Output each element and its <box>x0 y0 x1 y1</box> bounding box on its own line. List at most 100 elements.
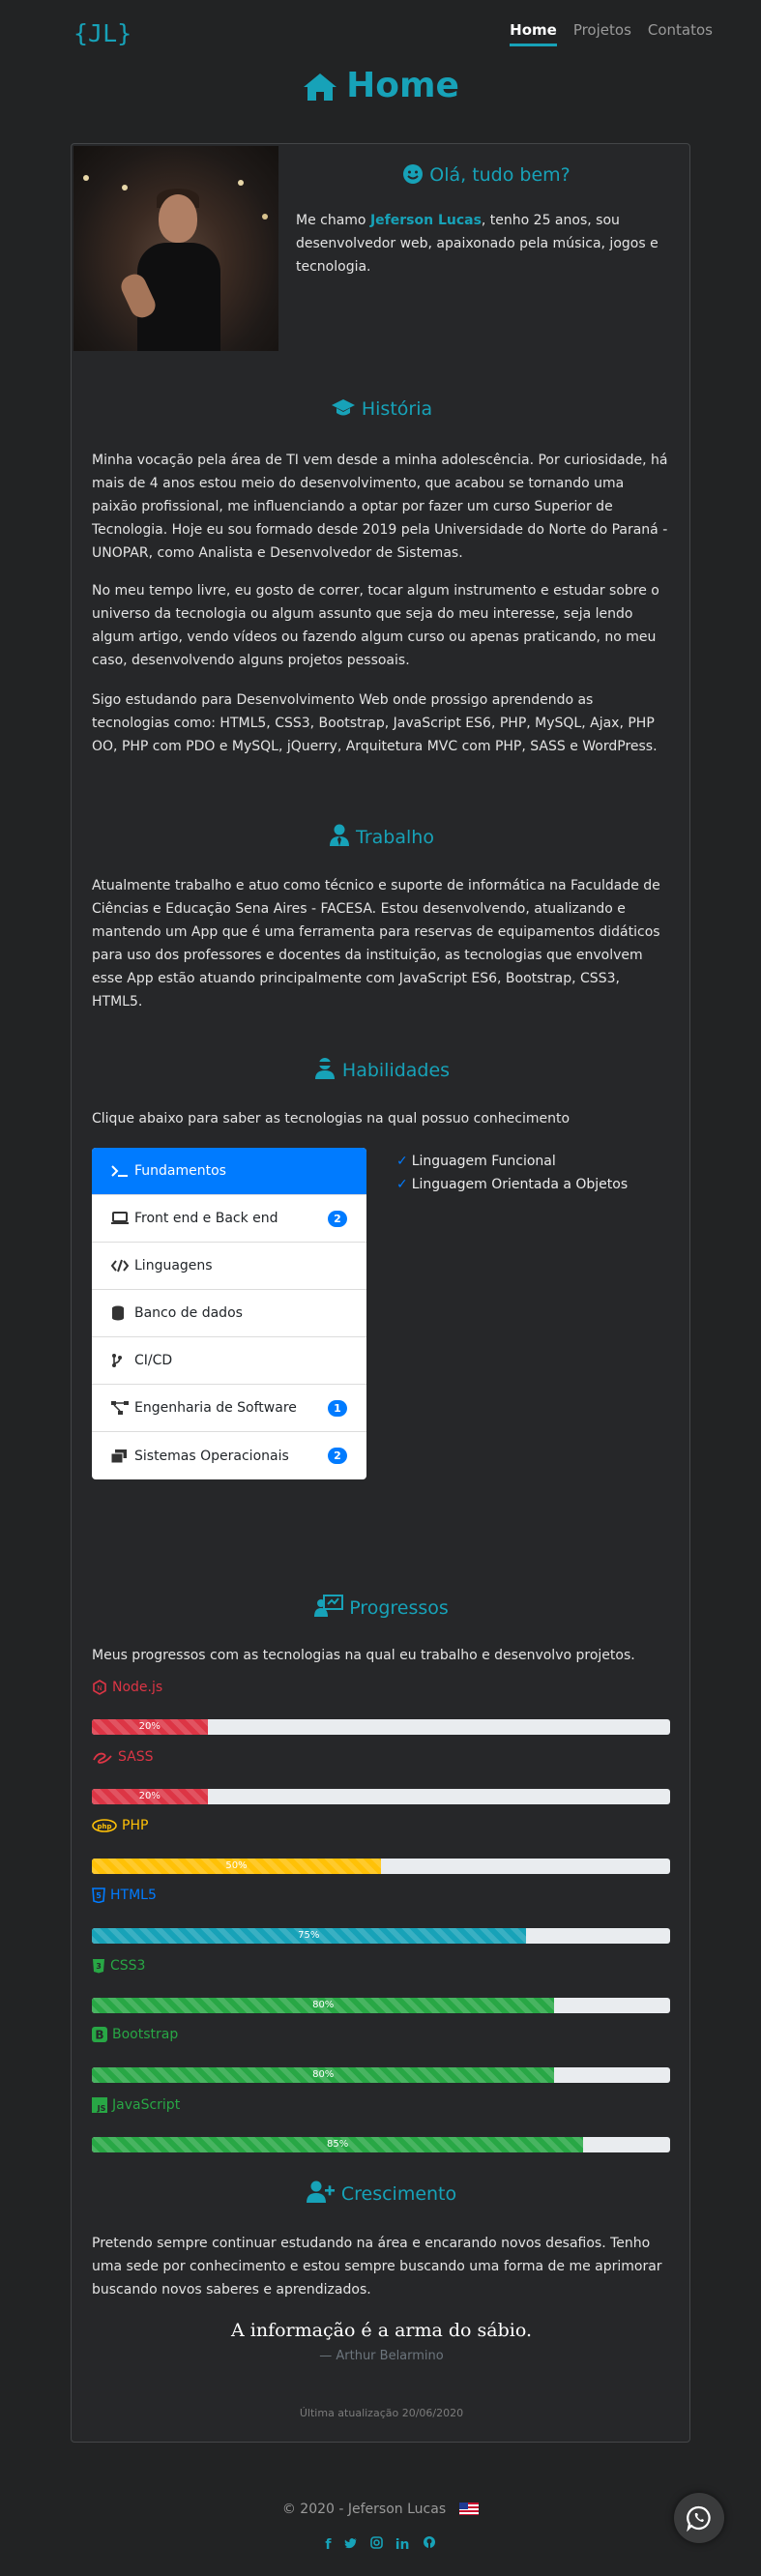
progress-label-javascript: JS JavaScript <box>92 2097 180 2113</box>
whatsapp-button[interactable] <box>674 2493 724 2543</box>
smile-icon <box>403 164 424 184</box>
skill-item-fundamentos[interactable]: Fundamentos <box>92 1148 366 1195</box>
historia-paragraph-2: No meu tempo livre, eu gosto de correr, … <box>92 583 659 668</box>
progress-bar-css3: 80% <box>92 1998 670 2013</box>
trabalho-heading: Trabalho <box>72 824 691 848</box>
habilidades-heading: Habilidades <box>72 1057 691 1081</box>
progress-label-sass: SASS <box>92 1749 154 1765</box>
check-icon: ✓ <box>396 1154 408 1169</box>
intro-heading-text: Olá, tudo bem? <box>429 164 571 186</box>
svg-text:B: B <box>95 2029 103 2042</box>
svg-text:N: N <box>97 1684 102 1692</box>
quote: A informação é a arma do sábio. <box>231 2320 532 2341</box>
node-icon: N <box>93 1680 106 1695</box>
user-ninja-icon <box>314 1058 335 1079</box>
check-icon: ✓ <box>396 1177 408 1192</box>
php-icon: php <box>92 1819 117 1832</box>
progress-fill: 85% <box>92 2137 584 2152</box>
crescimento-heading: Crescimento <box>72 2181 691 2205</box>
nav-projetos[interactable]: Projetos <box>573 21 631 46</box>
home-icon <box>304 73 337 101</box>
progress-label-node: N Node.js <box>92 1680 162 1695</box>
progress-fill: 20% <box>92 1719 208 1735</box>
historia-paragraph-1: Minha vocação pela área de TI vem desde … <box>92 453 668 561</box>
windows-stack-icon <box>111 1449 131 1463</box>
facebook-icon[interactable]: f <box>325 2537 331 2553</box>
svg-text:php: php <box>97 1823 111 1830</box>
profile-photo <box>73 146 278 351</box>
historia-heading: História <box>72 397 691 420</box>
skills-list: Fundamentos Front end e Back end 2 Lingu… <box>92 1148 366 1479</box>
progress-bar-node: 20% <box>92 1719 670 1735</box>
nav-links: Home Projetos Contatos <box>510 21 713 46</box>
progress-fill: 80% <box>92 2067 555 2083</box>
main-card: Olá, tudo bem? Me chamo Jeferson Lucas, … <box>71 143 690 2443</box>
intro-text: Me chamo Jeferson Lucas, tenho 25 anos, … <box>296 213 659 275</box>
social-links: f in <box>0 2534 761 2553</box>
code-icon <box>111 1259 131 1273</box>
database-icon <box>111 1305 131 1321</box>
instagram-icon[interactable] <box>369 2536 383 2553</box>
navbar: {JL} Home Projetos Contatos <box>0 0 761 68</box>
css3-icon: 3 <box>93 1959 104 1974</box>
skill-item-front-back-end[interactable]: Front end e Back end 2 <box>92 1195 366 1243</box>
user-tie-icon <box>330 824 350 846</box>
user-plus-icon <box>306 2181 335 2203</box>
skill-item-linguagens[interactable]: Linguagens <box>92 1243 366 1290</box>
historia-heading-text: História <box>361 398 433 420</box>
progress-fill: 75% <box>92 1928 526 1944</box>
progressos-heading-text: Progressos <box>349 1597 449 1619</box>
skill-item-banco-de-dados[interactable]: Banco de dados <box>92 1290 366 1337</box>
whatsapp-icon <box>687 2505 711 2532</box>
progress-label-php: php PHP <box>92 1818 148 1833</box>
checklist-item: ✓ Linguagem Orientada a Objetos <box>396 1177 629 1192</box>
skill-item-engenharia-software[interactable]: Engenharia de Software 1 <box>92 1385 366 1432</box>
progress-label-css3: 3 CSS3 <box>92 1958 145 1974</box>
progress-bar-html5: 75% <box>92 1928 670 1944</box>
footer-copyright: © 2020 - Jeferson Lucas <box>0 2502 761 2517</box>
nav-contatos[interactable]: Contatos <box>648 21 713 46</box>
project-diagram-icon <box>111 1401 131 1415</box>
github-icon[interactable] <box>423 2535 436 2553</box>
progress-label-bootstrap: B Bootstrap <box>92 2027 178 2042</box>
code-branch-icon <box>111 1353 131 1368</box>
progress-fill: 80% <box>92 1998 555 2013</box>
html5-icon: 5 <box>92 1888 105 1903</box>
habilidades-intro: Clique abaixo para saber as tecnologias … <box>92 1111 571 1127</box>
twitter-icon[interactable] <box>344 2537 358 2553</box>
skill-badge: 2 <box>328 1448 347 1464</box>
page-title-text: Home <box>346 66 459 105</box>
skill-item-sistemas-operacionais[interactable]: Sistemas Operacionais 2 <box>92 1432 366 1479</box>
progress-fill: 50% <box>92 1859 381 1874</box>
progress-bar-php: 50% <box>92 1859 670 1874</box>
skill-checklist: ✓ Linguagem Funcional ✓ Linguagem Orientad… <box>396 1150 628 1196</box>
svg-text:JS: JS <box>97 2104 106 2113</box>
habilidades-heading-text: Habilidades <box>341 1060 451 1081</box>
last-update: Última atualização 20/06/2020 <box>299 2407 464 2419</box>
progress-label-html5: 5 HTML5 <box>92 1888 157 1903</box>
trabalho-text: Atualmente trabalho e atuo como técnico … <box>92 878 660 1010</box>
js-icon: JS <box>92 2097 107 2113</box>
intro-heading: Olá, tudo bem? <box>298 163 675 186</box>
chalkboard-teacher-icon <box>314 1595 344 1617</box>
terminal-icon <box>111 1164 131 1178</box>
linkedin-icon[interactable]: in <box>395 2537 410 2553</box>
page-title: Home <box>0 66 761 105</box>
crescimento-heading-text: Crescimento <box>340 2183 457 2205</box>
nav-home[interactable]: Home <box>510 21 557 46</box>
trabalho-heading-text: Trabalho <box>356 827 434 848</box>
brand-logo[interactable]: {JL} <box>73 19 132 47</box>
graduation-cap-icon <box>331 399 355 416</box>
progressos-intro: Meus progressos com as tecnologias na qu… <box>92 1648 635 1663</box>
checklist-item: ✓ Linguagem Funcional <box>396 1154 556 1169</box>
historia-paragraph-3: Sigo estudando para Desenvolvimento Web … <box>92 692 658 754</box>
author-name: Jeferson Lucas <box>369 213 482 228</box>
quote-author: — Arthur Belarmino <box>319 2349 444 2363</box>
progress-fill: 20% <box>92 1789 208 1804</box>
us-flag-icon[interactable] <box>459 2503 480 2515</box>
skill-item-ci-cd[interactable]: CI/CD <box>92 1337 366 1385</box>
progress-bar-bootstrap: 80% <box>92 2067 670 2083</box>
svg-text:3: 3 <box>96 1962 102 1971</box>
progressos-heading: Progressos <box>72 1595 691 1619</box>
skill-badge: 2 <box>328 1211 347 1227</box>
